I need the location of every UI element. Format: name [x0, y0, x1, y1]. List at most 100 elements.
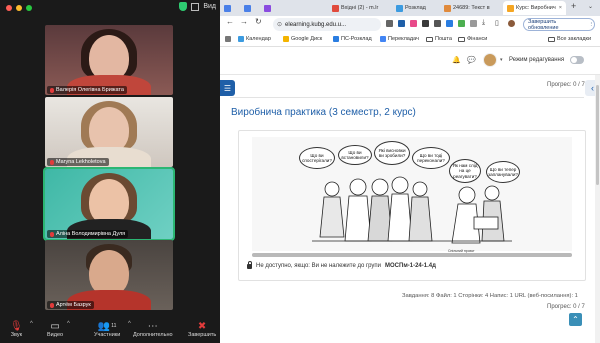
chat-icon[interactable]: 💬 [467, 56, 476, 64]
end-meeting-button[interactable]: ✖ Завершить [188, 320, 216, 339]
video-options-caret[interactable]: ^ [67, 321, 70, 327]
grid-icon[interactable] [191, 2, 200, 11]
zoom-toolbar: 🎙 Звук ^ ▭ Видео ^ 👥 11 Участники ^ ⋯ Доп… [0, 317, 220, 343]
image-horizontal-scrollbar[interactable] [252, 253, 572, 257]
more-button[interactable]: ⋯ Дополнительно [133, 320, 173, 339]
zoom-window: Вид Валерія Олегівна Брижата Maryna Lekh… [0, 0, 220, 343]
apps-icon[interactable] [225, 36, 231, 42]
group-name: МОСПм-1-24-1.4д [385, 263, 436, 269]
section-title[interactable]: Виробнича практика (3 семестр, 2 курс) [231, 107, 416, 118]
browser-tab[interactable] [262, 1, 273, 15]
ticket-icon [444, 4, 451, 12]
url-field[interactable]: ⊙ elearning.kubg.edu.u... [273, 18, 381, 31]
scroll-to-top-button[interactable]: ⌃ [569, 313, 582, 326]
bookmark-schedule[interactable]: ПС-Розклад [333, 36, 372, 42]
calendar-icon [396, 4, 403, 12]
browser-tab-active[interactable]: Курс: Виробнич × [503, 1, 566, 15]
browser-tab[interactable] [242, 1, 253, 15]
user-menu-caret[interactable]: ▾ [500, 57, 503, 63]
extension-icon[interactable] [398, 20, 405, 27]
view-button[interactable]: Вид [203, 3, 216, 10]
bell-icon[interactable]: 🔔 [452, 56, 461, 64]
extension-icon[interactable] [434, 20, 441, 27]
drive-icon [283, 36, 289, 42]
bookmark-translator[interactable]: Перекладач [380, 36, 419, 42]
lock-icon [247, 260, 252, 269]
reload-icon[interactable]: ↻ [255, 17, 262, 26]
sidebar-icon[interactable]: ▯ [495, 19, 499, 27]
browser-tab[interactable]: 24689: Текст в [442, 1, 490, 15]
participants-button[interactable]: 👥 11 Участники [94, 320, 120, 339]
mic-off-icon [50, 159, 54, 165]
access-restriction: Не доступно, якщо: Ви не належите до гру… [247, 260, 436, 269]
chevron-left-icon: ‹ [591, 83, 594, 93]
participant-tile[interactable]: Валерія Олегівна Брижата [45, 25, 173, 95]
extension-icon[interactable] [386, 20, 393, 27]
app-icon [264, 4, 271, 12]
new-tab-button[interactable]: + [571, 1, 576, 11]
back-arrow-icon[interactable]: ← [226, 17, 234, 26]
folder-icon [458, 36, 465, 42]
maximize-window-button[interactable] [26, 5, 32, 11]
docs-icon [224, 4, 231, 12]
user-avatar[interactable] [483, 53, 497, 67]
section-card: Що ви спостерігали? Що ви встановили? Як… [238, 130, 586, 281]
activity-stats: Завдання: 8 Файл: 1 Сторінки: 4 Напис: 1… [402, 293, 578, 299]
participant-tile-active[interactable]: Аліна Володимирівна Дуля [43, 167, 175, 241]
profile-avatar[interactable] [508, 20, 515, 27]
moodle-navbar: 🔔 💬 ▾ Режим редагування [220, 47, 600, 75]
finish-update-button[interactable]: Завершить обновление ⋮ [523, 18, 595, 31]
participant-tile[interactable]: Maryna Lekholetova [45, 97, 173, 167]
forward-arrow-icon[interactable]: → [240, 17, 248, 26]
participant-name: Maryna Lekholetova [47, 158, 109, 166]
tab-search-caret[interactable]: ⌄ [588, 3, 593, 10]
bookmark-calendar[interactable]: Календар [238, 36, 271, 42]
docs-icon [244, 4, 251, 12]
bookmark-finance[interactable]: Фінанси [458, 36, 487, 42]
edit-mode-toggle[interactable] [570, 56, 584, 64]
sound-options-caret[interactable]: ^ [30, 321, 33, 327]
bookmark-mail[interactable]: Пошта [426, 36, 452, 42]
extension-icon[interactable] [422, 20, 429, 27]
speech-bubble: Що ви тоді переконали? [412, 147, 450, 169]
browser-tab[interactable]: Вхідні (2) - m.lr [330, 1, 378, 15]
extension-icon[interactable] [446, 20, 453, 27]
moodle-icon [507, 4, 514, 12]
minimize-window-button[interactable] [16, 5, 22, 11]
page-vertical-scrollbar[interactable] [595, 75, 600, 343]
course-index-button[interactable]: ☰ [220, 80, 235, 96]
browser-tab[interactable] [222, 1, 233, 15]
sound-button[interactable]: 🎙 Звук [10, 320, 23, 339]
progress-label: Прогрес: 0 / 7 [547, 304, 585, 310]
bookmark-google-drive[interactable]: Google Диск [283, 36, 322, 42]
video-button[interactable]: ▭ Видео [47, 320, 63, 339]
browser-tab[interactable]: Розклад [394, 1, 426, 15]
arrow-up-icon: ⌃ [572, 315, 579, 324]
close-tab-icon[interactable]: × [559, 5, 562, 11]
address-bar-row: ← → ↻ ⊙ elearning.kubg.edu.u... ⤓ ▯ Заве… [220, 16, 600, 33]
participant-name: Валерія Олегівна Брижата [47, 86, 127, 94]
schedule-icon [333, 36, 339, 42]
mic-off-icon [50, 231, 54, 237]
speech-bubble: Як нам слід на це реагувати? [449, 159, 481, 183]
camera-icon: ▭ [50, 320, 60, 332]
site-info-icon[interactable]: ⊙ [277, 21, 282, 28]
course-content: ☰ ‹ Прогрес: 0 / 7 Виробнича практика (3… [220, 75, 600, 343]
end-call-icon: ✖ [197, 320, 207, 332]
extension-icon[interactable] [410, 20, 417, 27]
participant-tile[interactable]: Артём Базрук [45, 240, 173, 310]
download-icon[interactable]: ⤓ [482, 19, 485, 27]
all-bookmarks[interactable]: Все закладки [548, 36, 591, 42]
participant-name: Аліна Володимирівна Дуля [47, 230, 129, 238]
progress-label: Прогрес: 0 / 7 [547, 82, 585, 88]
close-window-button[interactable] [6, 5, 12, 11]
extensions-puzzle-icon[interactable] [470, 20, 477, 27]
speech-bubble: Які висновки ви зробили? [374, 141, 410, 165]
extension-icon[interactable] [458, 20, 465, 27]
gmail-icon [332, 4, 339, 12]
speech-bubble: Що ви встановили? [338, 145, 372, 165]
participants-options-caret[interactable]: ^ [128, 321, 131, 327]
cartoon-image: Що ви спостерігали? Що ви встановили? Як… [252, 137, 572, 253]
bookmarks-bar: Календар Google Диск ПС-Розклад Переклад… [220, 33, 600, 47]
participant-name: Артём Базрук [47, 301, 94, 309]
